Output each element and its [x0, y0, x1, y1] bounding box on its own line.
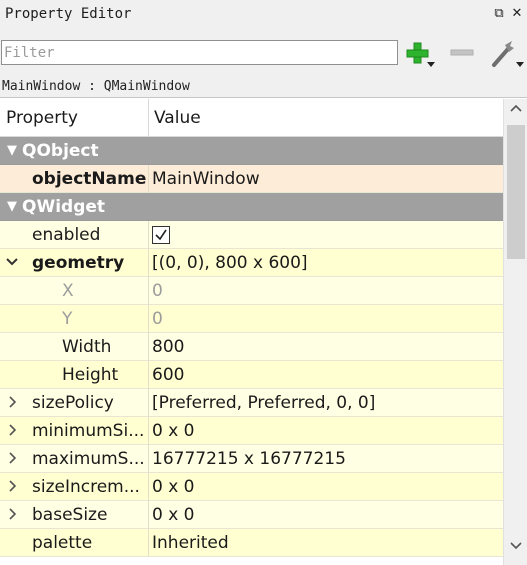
column-divider: [148, 277, 149, 305]
scrollbar-thumb[interactable]: [507, 125, 525, 259]
property-value[interactable]: 0 x 0: [152, 421, 195, 441]
property-name: Height: [62, 365, 119, 385]
column-divider: [148, 361, 149, 389]
filter-input[interactable]: [1, 40, 398, 65]
property-value[interactable]: 600: [152, 365, 184, 385]
property-name: objectName: [32, 169, 147, 189]
column-divider: [148, 389, 149, 417]
column-divider: [148, 305, 149, 333]
float-icon[interactable]: ⧉: [491, 5, 507, 23]
object-class-label: MainWindow : QMainWindow: [0, 76, 527, 98]
checkmark-icon: [155, 229, 167, 241]
property-name: palette: [32, 533, 93, 553]
chevron-down-icon[interactable]: [5, 253, 19, 271]
property-name: Y: [62, 309, 73, 329]
chevron-right-icon[interactable]: [5, 477, 19, 495]
property-value[interactable]: 0 x 0: [152, 477, 195, 497]
close-icon[interactable]: ✕: [509, 5, 525, 23]
scroll-up-arrow-icon[interactable]: [504, 101, 527, 121]
enabled-checkbox[interactable]: [152, 226, 170, 244]
group-label: QObject: [22, 141, 99, 161]
table-header: Property Value: [0, 99, 503, 137]
group-row-qobject[interactable]: ▼ QObject: [0, 137, 503, 165]
expanded-arrow-icon[interactable]: ▼: [5, 143, 19, 161]
column-divider: [148, 221, 149, 249]
object-name-class: MainWindow : QMainWindow: [2, 79, 190, 94]
property-row-palette[interactable]: palette Inherited: [0, 529, 503, 557]
column-divider: [148, 473, 149, 501]
property-name: enabled: [32, 225, 101, 245]
column-divider[interactable]: [148, 99, 149, 137]
toolbar: [0, 32, 527, 76]
property-row-basesize[interactable]: baseSize 0 x 0: [0, 501, 503, 529]
property-row-geometry[interactable]: geometry [(0, 0), 800 x 600]: [0, 249, 503, 277]
vertical-scrollbar[interactable]: [503, 99, 527, 565]
column-divider: [148, 333, 149, 361]
property-row-height[interactable]: Height 600: [0, 361, 503, 389]
plus-icon: [406, 42, 435, 67]
dropdown-arrow-icon: [427, 62, 435, 67]
property-name: X: [62, 281, 74, 301]
property-column-header[interactable]: Property: [6, 108, 78, 128]
group-row-qwidget[interactable]: ▼ QWidget: [0, 193, 503, 221]
property-row-sizeincrement[interactable]: sizeIncrem... 0 x 0: [0, 473, 503, 501]
property-name: sizeIncrem...: [32, 477, 140, 497]
property-name: minimumSi...: [32, 421, 145, 441]
column-divider: [148, 165, 149, 193]
wrench-icon: [492, 41, 524, 67]
column-divider: [148, 249, 149, 277]
property-value[interactable]: [(0, 0), 800 x 600]: [152, 253, 308, 273]
property-row-minimumsize[interactable]: minimumSi... 0 x 0: [0, 417, 503, 445]
expanded-arrow-icon[interactable]: ▼: [5, 199, 19, 217]
property-row-sizepolicy[interactable]: sizePolicy [Preferred, Preferred, 0, 0]: [0, 389, 503, 417]
column-divider: [148, 445, 149, 473]
column-divider: [148, 417, 149, 445]
property-value[interactable]: MainWindow: [152, 169, 260, 189]
chevron-right-icon[interactable]: [5, 505, 19, 523]
group-label: QWidget: [22, 197, 106, 217]
title-bar: Property Editor ⧉ ✕: [0, 0, 527, 32]
window-title: Property Editor: [5, 6, 132, 22]
property-value[interactable]: 0 x 0: [152, 505, 195, 525]
property-row-y[interactable]: Y 0: [0, 305, 503, 333]
add-dynamic-property-button[interactable]: [405, 40, 435, 68]
property-row-width[interactable]: Width 800: [0, 333, 503, 361]
column-divider: [148, 501, 149, 529]
property-value[interactable]: Inherited: [152, 533, 229, 553]
property-name: geometry: [32, 253, 125, 273]
property-row-enabled[interactable]: enabled: [0, 221, 503, 249]
property-name: maximumS...: [32, 449, 145, 469]
property-value[interactable]: 800: [152, 337, 184, 357]
value-column-header[interactable]: Value: [154, 108, 201, 128]
property-row-maximumsize[interactable]: maximumS... 16777215 x 16777215: [0, 445, 503, 473]
property-name: Width: [62, 337, 112, 357]
dropdown-arrow-icon: [516, 62, 524, 67]
property-value[interactable]: 16777215 x 16777215: [152, 449, 346, 469]
property-row-x[interactable]: X 0: [0, 277, 503, 305]
minus-icon: [450, 49, 474, 56]
property-tree: ▼ QObject objectName MainWindow ▼ QWidge…: [0, 137, 503, 565]
property-row-objectname[interactable]: objectName MainWindow: [0, 165, 503, 193]
property-name: baseSize: [32, 505, 108, 525]
property-value: 0: [152, 281, 163, 301]
property-name: sizePolicy: [32, 393, 114, 413]
chevron-right-icon[interactable]: [5, 449, 19, 467]
remove-dynamic-property-button[interactable]: [449, 40, 479, 68]
property-value[interactable]: [Preferred, Preferred, 0, 0]: [152, 393, 375, 413]
chevron-right-icon[interactable]: [5, 393, 19, 411]
scroll-down-arrow-icon[interactable]: [504, 539, 527, 559]
configure-button[interactable]: [490, 40, 524, 68]
property-value: 0: [152, 309, 163, 329]
column-divider: [148, 529, 149, 557]
chevron-right-icon[interactable]: [5, 421, 19, 439]
